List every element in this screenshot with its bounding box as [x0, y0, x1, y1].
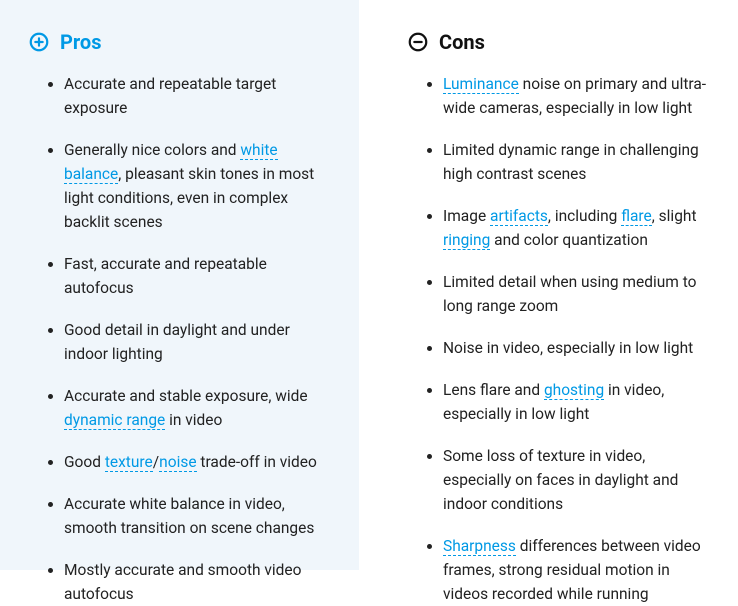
- pros-title: Pros: [60, 30, 101, 54]
- list-item: Sharpness differences between video fram…: [427, 534, 710, 606]
- glossary-link[interactable]: Sharpness: [443, 537, 516, 556]
- glossary-link[interactable]: flare: [621, 207, 652, 226]
- cons-header: Cons: [407, 30, 710, 54]
- list-item: Lens flare and ghosting in video, especi…: [427, 378, 710, 426]
- list-item: Mostly accurate and smooth video autofoc…: [48, 558, 331, 606]
- list-item: Luminance noise on primary and ultra-wid…: [427, 72, 710, 120]
- list-item: Accurate and stable exposure, wide dynam…: [48, 384, 331, 432]
- plus-circle-icon: [28, 31, 50, 53]
- cons-title: Cons: [439, 30, 485, 54]
- minus-circle-icon: [407, 31, 429, 53]
- list-item: Accurate white balance in video, smooth …: [48, 492, 331, 540]
- list-item: Limited dynamic range in challenging hig…: [427, 138, 710, 186]
- list-item: Accurate and repeatable target exposure: [48, 72, 331, 120]
- glossary-link[interactable]: noise: [159, 453, 196, 472]
- cons-list: Luminance noise on primary and ultra-wid…: [407, 72, 710, 606]
- list-item: Fast, accurate and repeatable autofocus: [48, 252, 331, 300]
- pros-panel: Pros Accurate and repeatable target expo…: [0, 0, 359, 570]
- list-item: Some loss of texture in video, especiall…: [427, 444, 710, 516]
- glossary-link[interactable]: Luminance: [443, 75, 519, 94]
- glossary-link[interactable]: ringing: [443, 231, 490, 250]
- glossary-link[interactable]: ghosting: [544, 381, 604, 400]
- list-item: Generally nice colors and white balance,…: [48, 138, 331, 234]
- pros-header: Pros: [28, 30, 331, 54]
- list-item: Limited detail when using medium to long…: [427, 270, 710, 318]
- list-item: Noise in video, especially in low light: [427, 336, 710, 360]
- pros-list: Accurate and repeatable target exposure G…: [28, 72, 331, 606]
- list-item: Good texture/noise trade-off in video: [48, 450, 331, 474]
- glossary-link[interactable]: artifacts: [490, 207, 548, 226]
- glossary-link[interactable]: dynamic range: [64, 411, 165, 430]
- glossary-link[interactable]: white balance: [64, 141, 278, 184]
- glossary-link[interactable]: texture: [105, 453, 153, 472]
- list-item: Good detail in daylight and under indoor…: [48, 318, 331, 366]
- list-item: Image artifacts, including flare, slight…: [427, 204, 710, 252]
- cons-panel: Cons Luminance noise on primary and ultr…: [379, 0, 738, 570]
